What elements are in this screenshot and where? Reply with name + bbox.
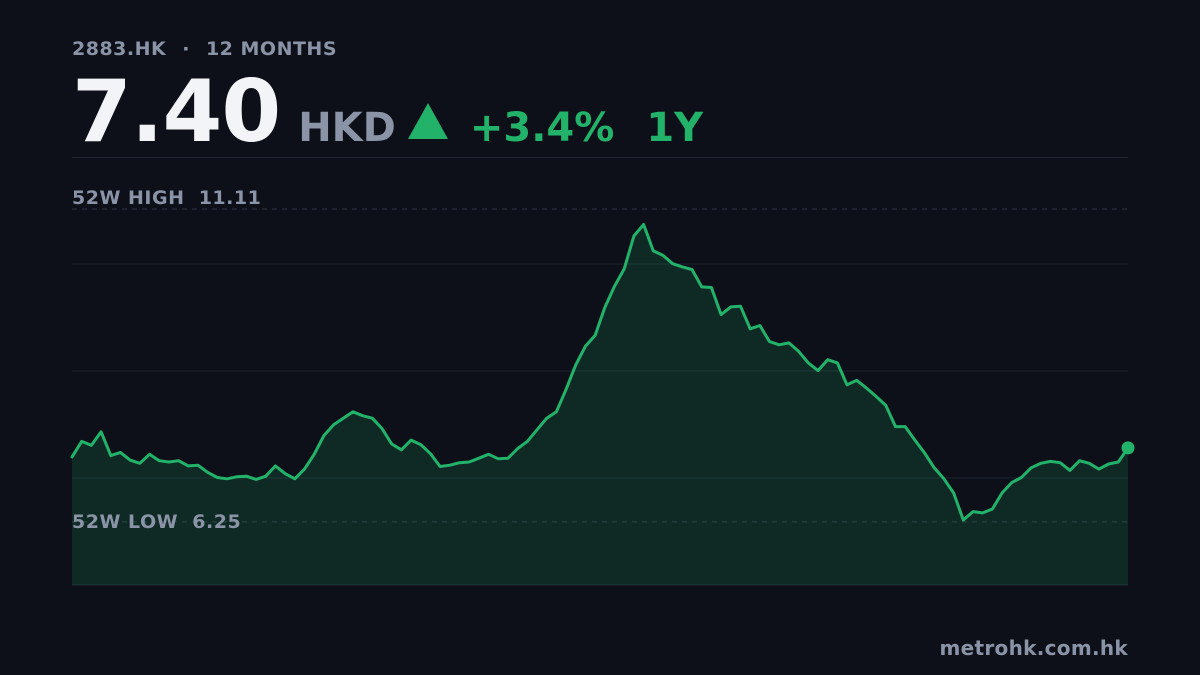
last-price-point <box>1121 441 1135 455</box>
52w-low-label: 52W LOW 6.25 <box>72 511 241 533</box>
52w-high-label: 52W HIGH 11.11 <box>72 187 261 209</box>
source-label: metrohk.com.hk <box>939 636 1128 660</box>
price-chart: 52W HIGH 11.11 52W LOW 6.25 <box>70 187 1135 586</box>
